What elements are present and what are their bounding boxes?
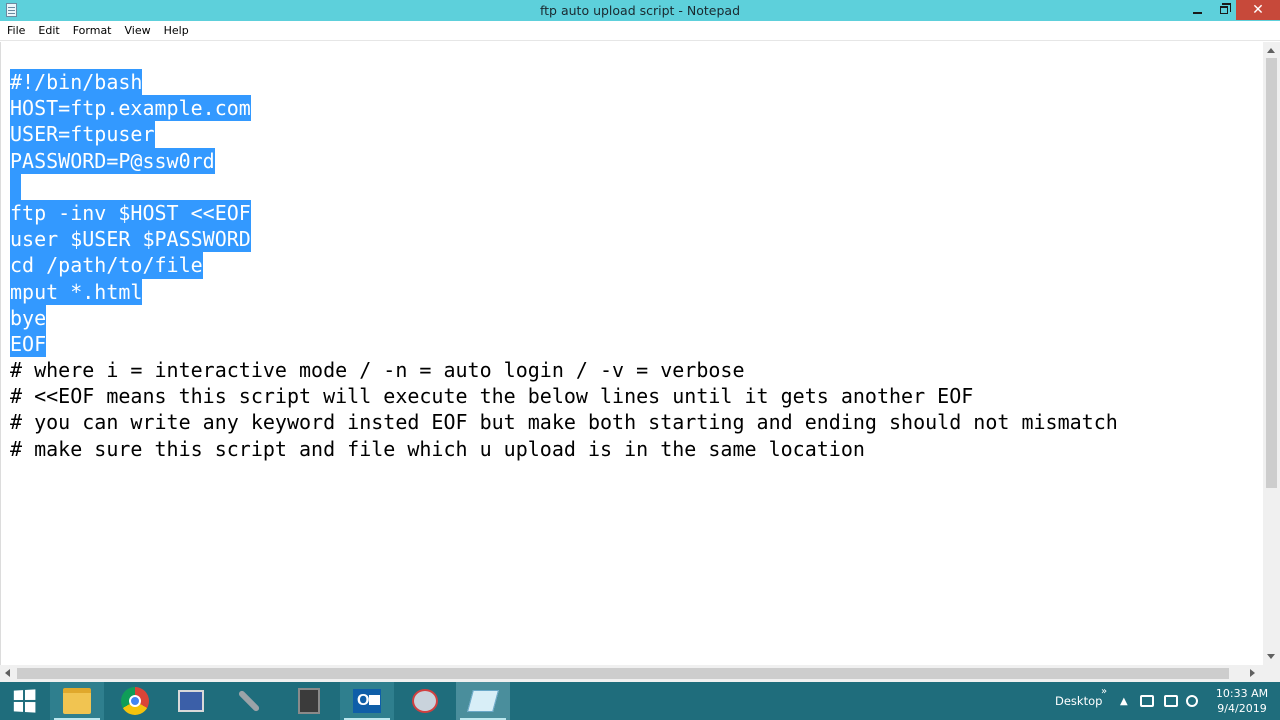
- horizontal-scrollbar[interactable]: [0, 665, 1263, 682]
- clock-time: 10:33 AM: [1215, 687, 1269, 700]
- minimize-button[interactable]: [1184, 0, 1211, 20]
- putty-icon: [298, 688, 320, 714]
- scroll-left-icon[interactable]: [5, 669, 10, 677]
- editor-line-text: # where i = interactive mode / -n = auto…: [10, 358, 745, 383]
- menu-format[interactable]: Format: [73, 24, 112, 37]
- horizontal-scroll-thumb[interactable]: [17, 668, 1229, 679]
- editor-line[interactable]: # make sure this script and file which u…: [10, 436, 1118, 462]
- scroll-up-icon[interactable]: [1267, 48, 1275, 53]
- snipping-tool-icon: [412, 689, 438, 713]
- network-icon: [178, 690, 204, 712]
- monitor-icon: [1164, 695, 1178, 707]
- editor-line-text: [10, 173, 21, 200]
- editor-line[interactable]: HOST=ftp.example.com: [10, 95, 1118, 122]
- file-explorer-icon: [63, 688, 91, 714]
- editor-line-text: # <<EOF means this script will execute t…: [10, 384, 974, 409]
- desktop-toolbar-label[interactable]: Desktop: [1055, 682, 1102, 720]
- menu-view[interactable]: View: [125, 24, 151, 37]
- chrome-icon: [121, 687, 149, 715]
- menu-file[interactable]: File: [7, 24, 25, 37]
- vertical-scrollbar[interactable]: [1263, 42, 1280, 665]
- editor-line-text: EOF: [10, 330, 47, 358]
- taskbar-network-tool[interactable]: [164, 682, 218, 720]
- editor-line[interactable]: ftp -inv $HOST <<EOF: [10, 199, 1118, 227]
- scrollbar-corner: [1263, 665, 1280, 682]
- taskbar-notepad[interactable]: [456, 682, 510, 720]
- editor-line[interactable]: #!/bin/bash: [10, 69, 1118, 96]
- speaker-icon: [1140, 695, 1154, 707]
- taskbar-snipping-tool[interactable]: [398, 682, 452, 720]
- tool-icon: [237, 689, 261, 713]
- notepad-icon: [467, 690, 499, 712]
- system-clock[interactable]: 10:33 AM 9/4/2019: [1212, 686, 1272, 716]
- scroll-right-icon[interactable]: [1250, 669, 1255, 677]
- taskbar-file-explorer[interactable]: [50, 682, 104, 720]
- desktop-chevron-icon[interactable]: »: [1101, 672, 1107, 710]
- outlook-icon: O: [353, 689, 381, 713]
- editor-line-text: bye: [10, 304, 47, 331]
- editor-line-text: #!/bin/bash: [10, 69, 143, 96]
- editor-line[interactable]: PASSWORD=P@ssw0rd: [10, 147, 1118, 174]
- editor-line-text: USER=ftpuser: [10, 121, 155, 148]
- editor-text[interactable]: #!/bin/bash HOST=ftp.example.com USER=ftpu…: [10, 69, 1118, 462]
- scroll-down-icon[interactable]: [1267, 654, 1275, 659]
- editor-line[interactable]: EOF: [10, 330, 1118, 358]
- menu-bar: File Edit Format View Help: [0, 21, 1280, 41]
- minimize-icon: [1193, 12, 1202, 14]
- menu-edit[interactable]: Edit: [38, 24, 59, 37]
- title-bar[interactable]: ftp auto upload script - Notepad ✕: [0, 0, 1280, 21]
- editor-line-text: user $USER $PASSWORD: [10, 226, 251, 253]
- editor-line-text: HOST=ftp.example.com: [10, 95, 251, 122]
- taskbar-putty[interactable]: [282, 682, 336, 720]
- editor-line[interactable]: # <<EOF means this script will execute t…: [10, 383, 1118, 409]
- taskbar: O Desktop » ▲ 10:33 AM 9/4/2019: [0, 682, 1280, 720]
- network-status-icon: [1186, 695, 1198, 707]
- close-button[interactable]: ✕: [1236, 0, 1280, 20]
- restore-button[interactable]: [1211, 0, 1236, 20]
- vertical-scroll-thumb[interactable]: [1266, 58, 1277, 488]
- editor-line[interactable]: [10, 173, 1118, 200]
- clock-date: 9/4/2019: [1217, 702, 1267, 715]
- volume-tray[interactable]: [1140, 682, 1154, 720]
- editor-line[interactable]: # where i = interactive mode / -n = auto…: [10, 357, 1118, 383]
- editor-line[interactable]: cd /path/to/file: [10, 252, 1118, 279]
- editor-line[interactable]: mput *.html: [10, 278, 1118, 305]
- menu-help[interactable]: Help: [164, 24, 189, 37]
- editor-line[interactable]: # you can write any keyword insted EOF b…: [10, 409, 1118, 435]
- editor-line-text: mput *.html: [10, 278, 143, 305]
- editor-line[interactable]: bye: [10, 304, 1118, 331]
- text-editor[interactable]: #!/bin/bash HOST=ftp.example.com USER=ftpu…: [0, 42, 1263, 665]
- display-tray[interactable]: [1164, 682, 1178, 720]
- start-button[interactable]: [0, 682, 48, 720]
- editor-line-text: # you can write any keyword insted EOF b…: [10, 410, 1118, 435]
- editor-line-text: # make sure this script and file which u…: [10, 436, 865, 461]
- show-hidden-icons-icon[interactable]: ▲: [1120, 682, 1128, 720]
- editor-line-text: cd /path/to/file: [10, 252, 203, 279]
- editor-line[interactable]: USER=ftpuser: [10, 121, 1118, 148]
- taskbar-chrome[interactable]: [108, 682, 162, 720]
- network-tray[interactable]: [1186, 682, 1198, 720]
- close-icon: ✕: [1252, 2, 1264, 18]
- windows-logo-icon: [13, 689, 36, 713]
- taskbar-outlook[interactable]: O: [340, 682, 394, 720]
- taskbar-tool[interactable]: [222, 682, 276, 720]
- restore-icon: [1219, 3, 1231, 14]
- editor-line[interactable]: user $USER $PASSWORD: [10, 226, 1118, 253]
- editor-line-text: PASSWORD=P@ssw0rd: [10, 147, 215, 174]
- editor-line-text: ftp -inv $HOST <<EOF: [10, 199, 251, 227]
- window-title: ftp auto upload script - Notepad: [539, 3, 741, 18]
